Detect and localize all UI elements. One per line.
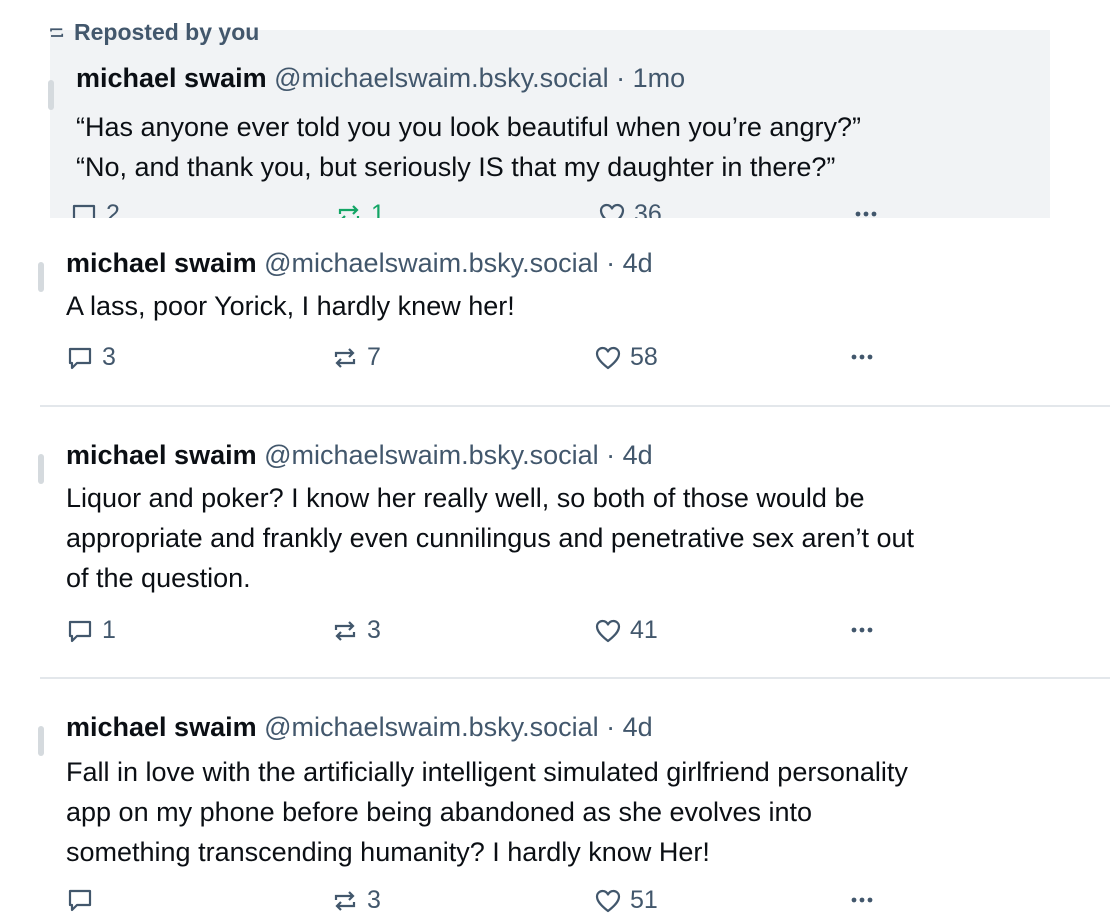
- separator: ·: [606, 712, 616, 742]
- repost-indicator: Reposted by you: [48, 19, 259, 46]
- post-header: michael swaim @michaelswaim.bsky.social …: [76, 63, 685, 94]
- repost-icon: [334, 890, 356, 911]
- like-count: 36: [634, 200, 662, 218]
- repost-count: 3: [367, 616, 381, 644]
- post-text-line: “No, and thank you, but seriously IS tha…: [76, 152, 836, 182]
- post-time[interactable]: 4d: [623, 440, 653, 470]
- post-time[interactable]: 4d: [623, 248, 653, 278]
- author-name[interactable]: michael swaim: [76, 63, 267, 93]
- like-button[interactable]: 58: [594, 343, 658, 372]
- separator: ·: [606, 248, 616, 278]
- more-options-button[interactable]: [848, 343, 876, 371]
- more-icon: [851, 897, 873, 903]
- post-text-line: Fall in love with the artificially intel…: [66, 757, 908, 787]
- reply-button[interactable]: 1: [66, 616, 116, 645]
- author-name[interactable]: michael swaim: [66, 248, 257, 278]
- post-text: “Has anyone ever told you you look beaut…: [76, 107, 1066, 187]
- repost-icon: [334, 620, 356, 641]
- avatar[interactable]: [48, 80, 54, 110]
- repost-count: 3: [367, 886, 381, 914]
- reply-button[interactable]: 2: [70, 200, 120, 218]
- repost-icon: [338, 204, 360, 218]
- repost-icon: [334, 347, 356, 368]
- avatar[interactable]: [38, 726, 44, 756]
- post-text-line: of the question.: [66, 563, 251, 593]
- post-text-line: “Has anyone ever told you you look beaut…: [76, 112, 861, 142]
- reply-count: 1: [102, 616, 116, 644]
- post-actions: 2 1 36: [70, 200, 970, 218]
- repost-count: 7: [367, 343, 381, 371]
- repost-button[interactable]: 7: [331, 343, 381, 372]
- repost-button[interactable]: 3: [331, 616, 381, 645]
- avatar[interactable]: [38, 262, 44, 292]
- like-button[interactable]: 51: [594, 886, 658, 915]
- separator: ·: [606, 440, 616, 470]
- repost-button[interactable]: 3: [331, 886, 381, 915]
- post-header: michael swaim @michaelswaim.bsky.social …: [66, 712, 653, 743]
- author-name[interactable]: michael swaim: [66, 712, 257, 742]
- post-text: Fall in love with the artificially intel…: [66, 752, 1096, 872]
- post-text-line: appropriate and frankly even cunnilingus…: [66, 523, 915, 553]
- post-time[interactable]: 4d: [623, 712, 653, 742]
- reply-icon: [72, 204, 96, 218]
- post-actions: 1 3 41: [66, 616, 966, 648]
- divider: [40, 677, 1110, 679]
- like-count: 58: [630, 343, 658, 371]
- like-button[interactable]: 36: [598, 200, 662, 218]
- separator: ·: [616, 63, 626, 93]
- more-options-button[interactable]: [848, 616, 876, 644]
- more-options-button[interactable]: [852, 200, 880, 218]
- repost-small-icon: [50, 27, 64, 37]
- post-text: Liquor and poker? I know her really well…: [66, 478, 1096, 598]
- more-icon: [851, 627, 873, 633]
- more-icon: [851, 354, 873, 360]
- like-count: 51: [630, 886, 658, 914]
- post-actions: 3 51: [66, 886, 966, 918]
- more-icon: [855, 211, 877, 217]
- post-text-line: app on my phone before being abandoned a…: [66, 797, 813, 827]
- reply-count: 3: [102, 343, 116, 371]
- post-text-line: something transcending humanity? I hardl…: [66, 837, 710, 867]
- divider: [40, 405, 1110, 407]
- heart-icon: [599, 203, 625, 218]
- post-text: A lass, poor Yorick, I hardly knew her!: [66, 286, 1076, 326]
- post-actions: 3 7 58: [66, 343, 966, 375]
- avatar[interactable]: [38, 454, 44, 484]
- repost-count: 1: [371, 200, 385, 218]
- reply-button[interactable]: 3: [66, 343, 116, 372]
- repost-label: Reposted by you: [74, 19, 260, 45]
- author-handle[interactable]: @michaelswaim.bsky.social: [264, 440, 599, 470]
- author-handle[interactable]: @michaelswaim.bsky.social: [264, 712, 599, 742]
- post-text-line: Liquor and poker? I know her really well…: [66, 483, 865, 513]
- repost-button[interactable]: 1: [335, 200, 385, 218]
- author-handle[interactable]: @michaelswaim.bsky.social: [274, 63, 609, 93]
- author-name[interactable]: michael swaim: [66, 440, 257, 470]
- heart-icon: [595, 346, 621, 369]
- post-text-line: A lass, poor Yorick, I hardly knew her!: [66, 291, 515, 321]
- more-options-button[interactable]: [848, 886, 876, 914]
- heart-icon: [595, 619, 621, 642]
- post-actions-clip: 2 1 36: [50, 198, 1050, 218]
- reply-icon: [68, 347, 92, 369]
- heart-icon: [595, 889, 621, 912]
- like-button[interactable]: 41: [594, 616, 658, 645]
- like-count: 41: [630, 616, 658, 644]
- post-header: michael swaim @michaelswaim.bsky.social …: [66, 440, 653, 471]
- reply-icon: [68, 620, 92, 642]
- post-header: michael swaim @michaelswaim.bsky.social …: [66, 248, 653, 279]
- author-handle[interactable]: @michaelswaim.bsky.social: [264, 248, 599, 278]
- reply-button[interactable]: [66, 886, 102, 914]
- reply-icon: [68, 889, 92, 912]
- post-time[interactable]: 1mo: [633, 63, 686, 93]
- reply-count: 2: [106, 200, 120, 218]
